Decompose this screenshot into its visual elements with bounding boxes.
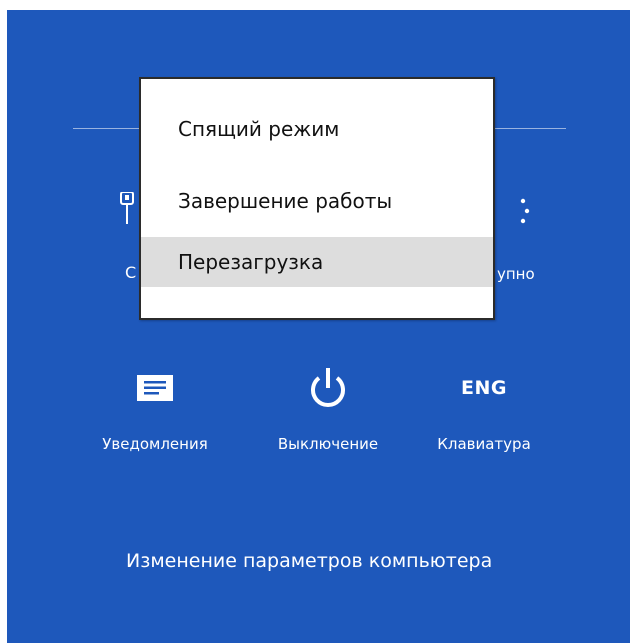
hidden-tile-label-right: упно: [497, 265, 535, 283]
menu-item-shutdown[interactable]: Завершение работы: [141, 176, 493, 226]
power-options-menu: Спящий режим Завершение работы Перезагру…: [139, 77, 495, 320]
power-tile[interactable]: Выключение: [263, 365, 393, 465]
notifications-label: Уведомления: [102, 435, 208, 453]
notifications-tile[interactable]: Уведомления: [90, 365, 220, 465]
keyboard-language-indicator: ENG: [461, 377, 507, 399]
menu-item-restart[interactable]: Перезагрузка: [141, 237, 493, 287]
network-icon: [120, 192, 134, 224]
brightness-icon: [520, 198, 530, 224]
hidden-tile-label-left: С: [125, 263, 137, 282]
keyboard-tile[interactable]: ENG Клавиатура: [419, 365, 549, 465]
power-label: Выключение: [277, 435, 379, 453]
power-icon: [311, 368, 345, 407]
keyboard-label: Клавиатура: [437, 435, 531, 453]
change-pc-settings-link[interactable]: Изменение параметров компьютера: [126, 550, 492, 572]
notifications-icon: [137, 375, 173, 401]
menu-item-sleep[interactable]: Спящий режим: [141, 104, 493, 154]
